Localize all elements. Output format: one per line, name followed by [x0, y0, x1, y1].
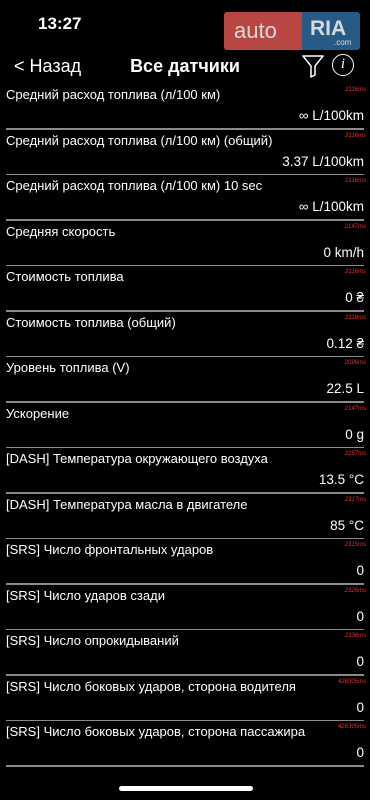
sensor-row[interactable]: Средний расход топлива (л/100 км) (общий… — [0, 132, 370, 178]
sensor-value: ∞ L/100km — [298, 108, 364, 123]
sensor-latency: 2116ms — [345, 269, 366, 275]
sensor-label: [SRS] Число фронтальных ударов — [6, 542, 214, 557]
sensor-label: Средний расход топлива (л/100 км) (общий… — [6, 132, 273, 148]
info-icon[interactable]: i — [332, 54, 354, 76]
sensor-row[interactable]: [SRS] Число боковых ударов, сторона пасс… — [0, 723, 370, 769]
sensor-latency: 2116ms — [345, 87, 366, 93]
sensor-label: Уровень топлива (V) — [6, 360, 130, 375]
row-divider — [6, 537, 364, 539]
sensor-latency: 2147ms — [344, 405, 366, 412]
sensor-value: 0 — [356, 563, 364, 578]
sensor-value: 0 — [356, 745, 364, 760]
sensor-row[interactable]: [DASH] Температура окружающего воздуха 22… — [0, 450, 370, 496]
sensor-row[interactable]: Средний расход топлива (л/100 км) 10 sec… — [0, 177, 370, 223]
sensor-value: 0 — [356, 654, 364, 669]
sensor-value: 0 — [356, 608, 364, 624]
sensor-label: Средний расход топлива (л/100 км) — [6, 87, 221, 102]
sensor-label: [SRS] Число боковых ударов, сторона води… — [6, 678, 296, 694]
sensor-label: Средний расход топлива (л/100 км) 10 sec — [6, 178, 263, 193]
watermark-ria: RIA .com — [302, 12, 360, 50]
sensor-row[interactable]: Средняя скорость 2147ms 0 km/h — [0, 223, 370, 269]
row-divider — [6, 674, 364, 676]
watermark-auto: auto — [224, 12, 302, 50]
sensor-value: 13.5 °C — [318, 472, 364, 487]
sensor-latency: 428305ms — [337, 678, 366, 685]
sensor-row[interactable]: Стоимость топлива 2116ms 0 ₴ — [0, 268, 370, 314]
row-divider — [6, 264, 364, 266]
sensor-value: 0 km/h — [323, 244, 364, 260]
sensor-latency: 2317ms — [344, 496, 366, 503]
sensor-list: Средний расход топлива (л/100 км) 2116ms ∞… — [0, 86, 370, 769]
sensor-latency: 2315ms — [344, 542, 366, 548]
sensor-value: 22.5 L — [326, 381, 364, 396]
sensor-row[interactable]: [SRS] Число опрокидываний 2336ms 0 — [0, 632, 370, 678]
row-divider — [6, 128, 364, 130]
sensor-latency: 2096ms — [344, 360, 366, 366]
row-divider — [6, 628, 364, 630]
sensor-value: 0 ₴ — [345, 290, 364, 305]
row-divider — [6, 355, 364, 357]
sensor-latency: 428305ms — [337, 724, 366, 730]
sensor-row[interactable]: Ускорение 2147ms 0 g — [0, 405, 370, 451]
sensor-latency: 2336ms — [344, 633, 366, 639]
row-divider — [6, 719, 364, 721]
sensor-value: ∞ L/100km — [298, 199, 364, 214]
sensor-row[interactable]: Уровень топлива (V) 2096ms 22.5 L — [0, 359, 370, 405]
sensor-latency: 2257ms — [344, 451, 366, 457]
sensor-row[interactable]: Средний расход топлива (л/100 км) 2116ms ∞… — [0, 86, 370, 132]
sensor-label: Стоимость топлива — [6, 269, 124, 284]
sensor-row[interactable]: Стоимость топлива (общий) 2116ms 0.12 ₴ — [0, 314, 370, 360]
home-indicator[interactable] — [119, 786, 253, 791]
sensor-latency: 2147ms — [344, 223, 366, 230]
row-divider — [6, 492, 364, 494]
filter-icon[interactable] — [302, 54, 324, 78]
row-divider — [6, 765, 364, 767]
sensor-label: [DASH] Температура окружающего воздуха — [6, 451, 268, 466]
sensor-latency: 2326ms — [344, 587, 366, 594]
sensor-label: [SRS] Число боковых ударов, сторона пасс… — [6, 724, 306, 739]
sensor-row[interactable]: [SRS] Число ударов сзади 2326ms 0 — [0, 587, 370, 633]
sensor-value: 3.37 L/100km — [282, 153, 364, 169]
sensor-label: Средняя скорость — [6, 223, 116, 239]
row-divider — [6, 583, 364, 585]
sensor-label: [DASH] Температура масла в двигателе — [6, 496, 248, 512]
sensor-latency: 2116ms — [345, 178, 366, 184]
nav-bar: < Назад Все датчики i — [0, 48, 370, 86]
sensor-label: Ускорение — [6, 405, 70, 421]
sensor-label: [SRS] Число опрокидываний — [6, 633, 179, 648]
row-divider — [6, 173, 364, 175]
sensor-latency: 2116ms — [345, 314, 366, 321]
sensor-value: 0.12 ₴ — [326, 335, 364, 351]
sensor-value: 85 °C — [330, 517, 364, 533]
status-time: 13:27 — [38, 14, 82, 33]
sensor-latency: 2116ms — [345, 132, 366, 139]
sensor-label: [SRS] Число ударов сзади — [6, 587, 165, 603]
row-divider — [6, 446, 364, 448]
sensor-row[interactable]: [SRS] Число боковых ударов, сторона води… — [0, 678, 370, 724]
row-divider — [6, 219, 364, 221]
sensor-value: 0 g — [345, 426, 364, 442]
sensor-value: 0 — [356, 699, 364, 715]
sensor-row[interactable]: [SRS] Число фронтальных ударов 2315ms 0 — [0, 541, 370, 587]
sensor-label: Стоимость топлива (общий) — [6, 314, 176, 330]
sensor-row[interactable]: [DASH] Температура масла в двигателе 2317… — [0, 496, 370, 542]
row-divider — [6, 401, 364, 403]
row-divider — [6, 310, 364, 312]
